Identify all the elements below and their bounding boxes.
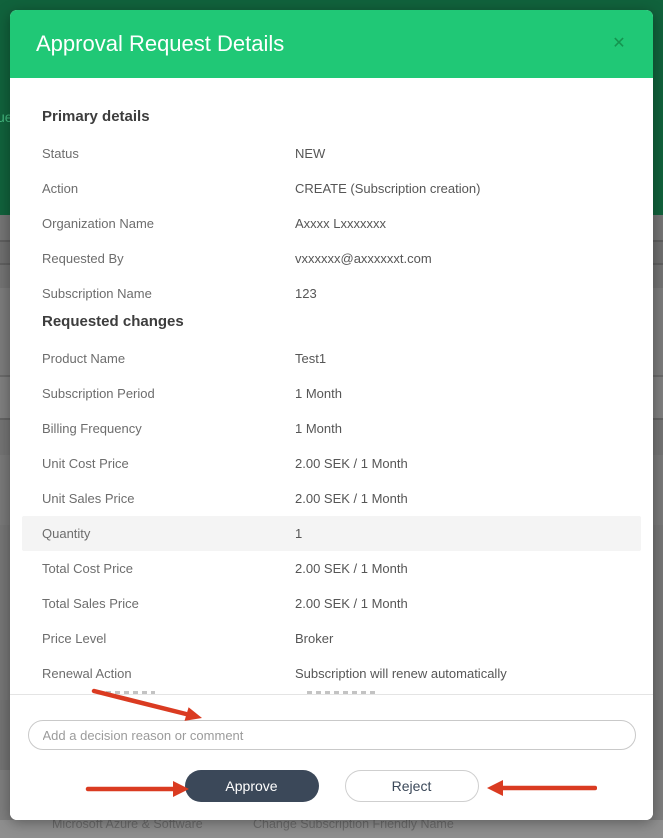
row-value: vxxxxxx@axxxxxxt.com bbox=[295, 251, 432, 266]
row-label: Requested By bbox=[42, 251, 295, 266]
section-heading: Requested changes bbox=[22, 311, 641, 333]
detail-row: Organization NameAxxxx Lxxxxxxx bbox=[22, 206, 641, 241]
row-label: Total Sales Price bbox=[42, 596, 295, 611]
row-value: 2.00 SEK / 1 Month bbox=[295, 491, 408, 506]
row-value: NEW bbox=[295, 146, 325, 161]
row-value: 123 bbox=[295, 286, 317, 301]
row-label: Status bbox=[42, 146, 295, 161]
detail-row: Product NameTest1 bbox=[22, 341, 641, 376]
detail-row: Total Sales Price2.00 SEK / 1 Month bbox=[22, 586, 641, 621]
detail-row: Unit Cost Price2.00 SEK / 1 Month bbox=[22, 446, 641, 481]
decision-comment-input[interactable] bbox=[28, 720, 636, 750]
detail-row: Quantity1 bbox=[22, 516, 641, 551]
row-value: Test1 bbox=[295, 351, 326, 366]
decision-button-row: Approve Reject bbox=[10, 770, 653, 802]
modal-body: Primary detailsStatusNEWActionCREATE (Su… bbox=[10, 78, 653, 694]
reject-button[interactable]: Reject bbox=[345, 770, 479, 802]
row-value: 1 Month bbox=[295, 386, 342, 401]
detail-row: StatusNEW bbox=[22, 136, 641, 171]
approve-button[interactable]: Approve bbox=[185, 770, 319, 802]
detail-row: Renewal ActionSubscription will renew au… bbox=[22, 656, 641, 691]
row-value: 1 Month bbox=[295, 421, 342, 436]
section-heading: Primary details bbox=[22, 106, 641, 128]
row-label: Product Name bbox=[42, 351, 295, 366]
row-label: Renewal Action bbox=[42, 666, 295, 681]
detail-row: Requested Byvxxxxxx@axxxxxxt.com bbox=[22, 241, 641, 276]
detail-row: Subscription Period1 Month bbox=[22, 376, 641, 411]
modal-header: Approval Request Details ✕ bbox=[10, 10, 653, 78]
row-label: Quantity bbox=[42, 526, 295, 541]
clipped-row bbox=[22, 691, 641, 694]
detail-row: ActionCREATE (Subscription creation) bbox=[22, 171, 641, 206]
row-label: Organization Name bbox=[42, 216, 295, 231]
row-label: Total Cost Price bbox=[42, 561, 295, 576]
row-value: 2.00 SEK / 1 Month bbox=[295, 561, 408, 576]
row-label: Action bbox=[42, 181, 295, 196]
modal-footer: Approve Reject bbox=[10, 694, 653, 820]
approval-request-modal: Approval Request Details ✕ Primary detai… bbox=[10, 10, 653, 820]
row-value: CREATE (Subscription creation) bbox=[295, 181, 480, 196]
detail-row: Billing Frequency1 Month bbox=[22, 411, 641, 446]
row-value: Axxxx Lxxxxxxx bbox=[295, 216, 386, 231]
row-label: Subscription Name bbox=[42, 286, 295, 301]
row-value: 2.00 SEK / 1 Month bbox=[295, 456, 408, 471]
row-label: Subscription Period bbox=[42, 386, 295, 401]
detail-row: Price LevelBroker bbox=[22, 621, 641, 656]
row-value: Subscription will renew automatically bbox=[295, 666, 507, 681]
row-value: Broker bbox=[295, 631, 333, 646]
modal-title: Approval Request Details bbox=[36, 10, 284, 78]
close-icon[interactable]: ✕ bbox=[609, 34, 629, 54]
row-value: 2.00 SEK / 1 Month bbox=[295, 596, 408, 611]
detail-row: Subscription Name123 bbox=[22, 276, 641, 311]
detail-row: Total Cost Price2.00 SEK / 1 Month bbox=[22, 551, 641, 586]
row-label: Billing Frequency bbox=[42, 421, 295, 436]
detail-row: Unit Sales Price2.00 SEK / 1 Month bbox=[22, 481, 641, 516]
row-label: Unit Sales Price bbox=[42, 491, 295, 506]
row-label: Price Level bbox=[42, 631, 295, 646]
row-label: Unit Cost Price bbox=[42, 456, 295, 471]
row-value: 1 bbox=[295, 526, 302, 541]
